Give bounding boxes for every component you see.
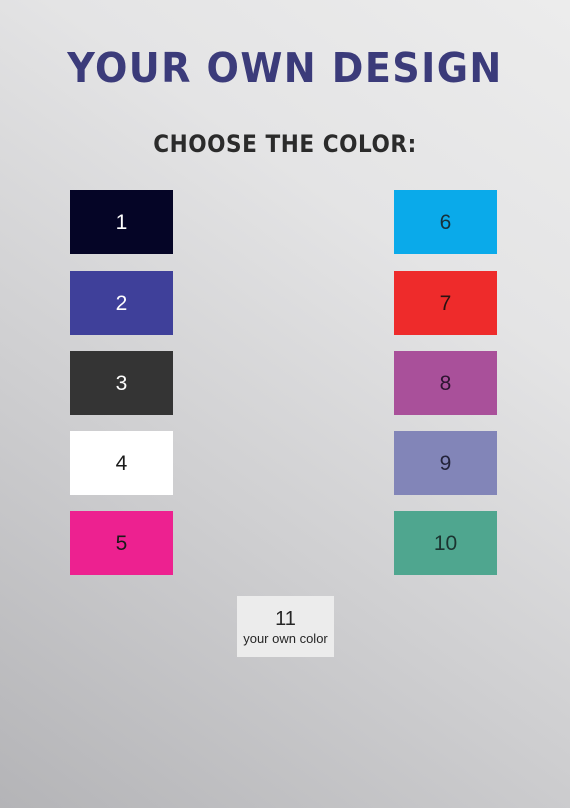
color-swatch-1[interactable]: 1 <box>70 190 173 254</box>
color-swatch-6[interactable]: 6 <box>394 190 497 254</box>
color-swatch-5[interactable]: 5 <box>70 511 173 575</box>
color-swatch-label: 7 <box>439 291 452 315</box>
color-swatch-10[interactable]: 10 <box>394 511 497 575</box>
color-swatch-label: 1 <box>115 210 128 234</box>
color-swatch-8[interactable]: 8 <box>394 351 497 415</box>
color-swatch-3[interactable]: 3 <box>70 351 173 415</box>
color-swatch-label: 3 <box>115 371 128 395</box>
color-swatch-label: 10 <box>433 531 458 555</box>
color-swatch-label: 4 <box>115 451 128 475</box>
color-swatch-grid: 1 2 3 4 5 6 7 8 9 10 11 your own color <box>0 0 570 808</box>
color-swatch-4[interactable]: 4 <box>70 431 173 495</box>
color-swatch-label: 6 <box>439 210 452 234</box>
color-swatch-label: 5 <box>115 531 128 555</box>
color-swatch-label: 2 <box>115 291 128 315</box>
poster-canvas: YOUR OWN DESIGN CHOOSE THE COLOR: 1 2 3 … <box>0 0 570 808</box>
color-swatch-label: 11 <box>275 607 296 630</box>
custom-color-caption: your own color <box>243 630 328 646</box>
color-swatch-9[interactable]: 9 <box>394 431 497 495</box>
color-swatch-11-custom[interactable]: 11 your own color <box>237 596 334 657</box>
color-swatch-label: 9 <box>439 451 452 475</box>
color-swatch-label: 8 <box>439 371 452 395</box>
color-swatch-2[interactable]: 2 <box>70 271 173 335</box>
color-swatch-7[interactable]: 7 <box>394 271 497 335</box>
